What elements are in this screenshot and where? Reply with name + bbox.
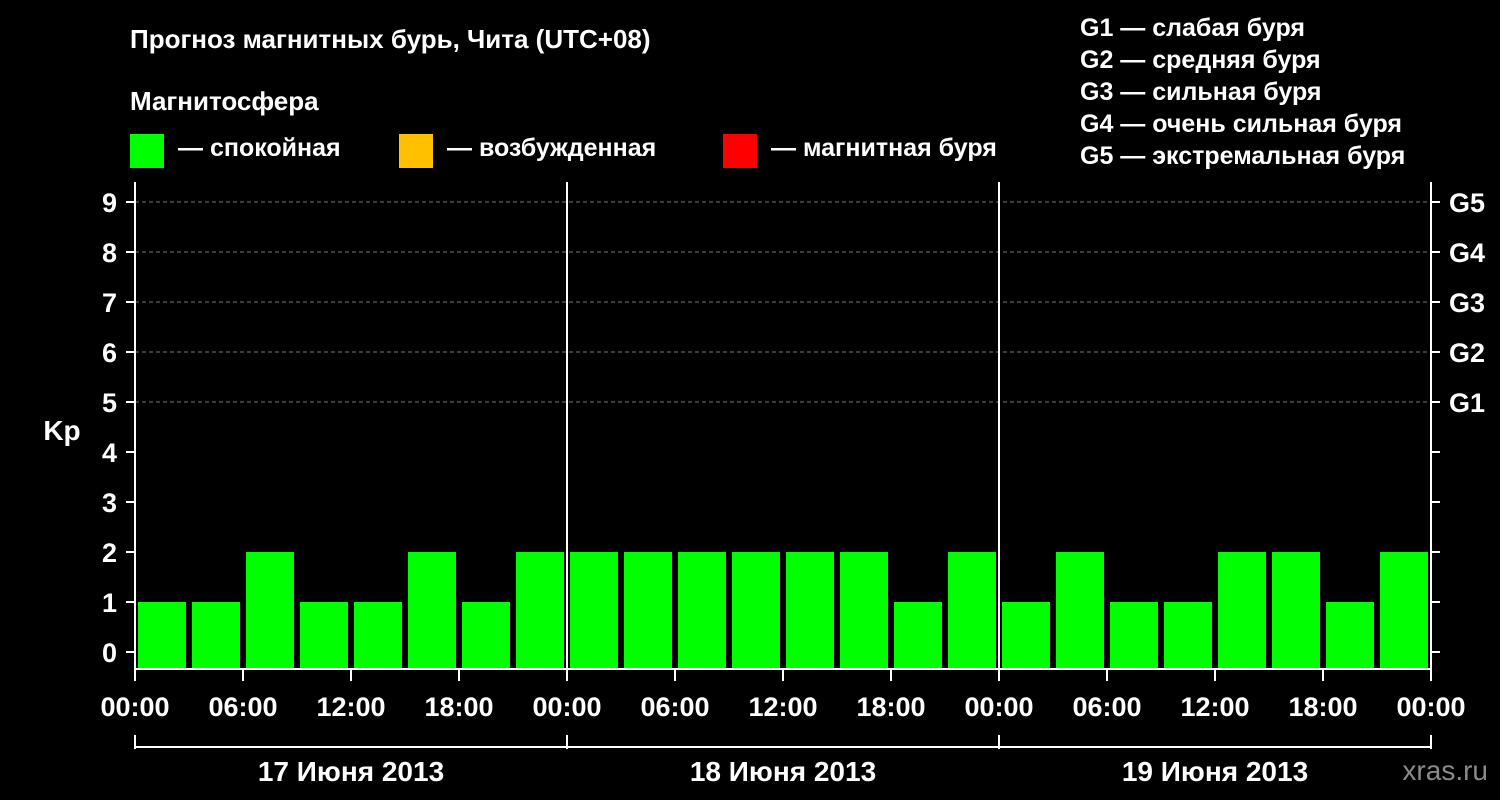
day-label: 19 Июня 2013 bbox=[1122, 756, 1308, 787]
y-tick-label: 6 bbox=[102, 338, 117, 368]
x-tick-label: 18:00 bbox=[1288, 692, 1357, 722]
x-tick-label: 18:00 bbox=[856, 692, 925, 722]
x-tick-label: 06:00 bbox=[1072, 692, 1141, 722]
kp-bar bbox=[192, 602, 240, 669]
kp-bar bbox=[624, 552, 672, 669]
kp-bar bbox=[300, 602, 348, 669]
kp-bar bbox=[678, 552, 726, 669]
x-tick-label: 00:00 bbox=[532, 692, 601, 722]
day-label: 17 Июня 2013 bbox=[258, 756, 444, 787]
kp-bar bbox=[786, 552, 834, 669]
kp-bar bbox=[408, 552, 456, 669]
kp-bar bbox=[354, 602, 402, 669]
kp-bar bbox=[1164, 602, 1212, 669]
x-tick-label: 12:00 bbox=[316, 692, 385, 722]
kp-bar bbox=[1056, 552, 1104, 669]
day-label: 18 Июня 2013 bbox=[690, 756, 876, 787]
y-tick-label: 1 bbox=[102, 588, 117, 618]
y-tick-label: 7 bbox=[102, 288, 117, 318]
y-tick-label: 3 bbox=[102, 488, 117, 518]
watermark: xras.ru bbox=[1402, 755, 1488, 786]
kp-bar bbox=[1272, 552, 1320, 669]
x-tick-label: 12:00 bbox=[1180, 692, 1249, 722]
x-tick-label: 00:00 bbox=[1396, 692, 1465, 722]
y-tick-label: 8 bbox=[102, 238, 117, 268]
kp-bar bbox=[1326, 602, 1374, 669]
y-tick-label: 4 bbox=[102, 438, 117, 468]
g-tick-label: G3 bbox=[1449, 288, 1485, 318]
y-axis-label: Kp bbox=[43, 415, 80, 446]
y-tick-label: 0 bbox=[102, 638, 117, 668]
g-tick-label: G1 bbox=[1449, 388, 1485, 418]
kp-bar bbox=[1110, 602, 1158, 669]
y-tick-label: 9 bbox=[102, 188, 117, 218]
x-tick-label: 06:00 bbox=[640, 692, 709, 722]
x-tick-label: 00:00 bbox=[964, 692, 1033, 722]
y-tick-label: 5 bbox=[102, 388, 117, 418]
kp-bar bbox=[1380, 552, 1428, 669]
kp-bar bbox=[138, 602, 186, 669]
x-tick-label: 00:00 bbox=[100, 692, 169, 722]
kp-bar bbox=[840, 552, 888, 669]
x-tick-label: 18:00 bbox=[424, 692, 493, 722]
kp-bar bbox=[1218, 552, 1266, 669]
x-tick-label: 12:00 bbox=[748, 692, 817, 722]
x-tick-label: 06:00 bbox=[208, 692, 277, 722]
kp-bar bbox=[570, 552, 618, 669]
kp-bar bbox=[246, 552, 294, 669]
kp-bar bbox=[732, 552, 780, 669]
kp-bar bbox=[894, 602, 942, 669]
g-tick-label: G4 bbox=[1449, 238, 1485, 268]
kp-bar bbox=[462, 602, 510, 669]
kp-bar bbox=[1002, 602, 1050, 669]
kp-bar bbox=[516, 552, 564, 669]
g-tick-label: G2 bbox=[1449, 338, 1485, 368]
g-tick-label: G5 bbox=[1449, 188, 1485, 218]
kp-bar bbox=[948, 552, 996, 669]
y-tick-label: 2 bbox=[102, 538, 117, 568]
kp-chart: 0 1 2 3 4 5 6 7 8 9 G1 G2 G3 G4 G5 Kp 00:00 06:00 12:00 18:… bbox=[43, 182, 1485, 787]
